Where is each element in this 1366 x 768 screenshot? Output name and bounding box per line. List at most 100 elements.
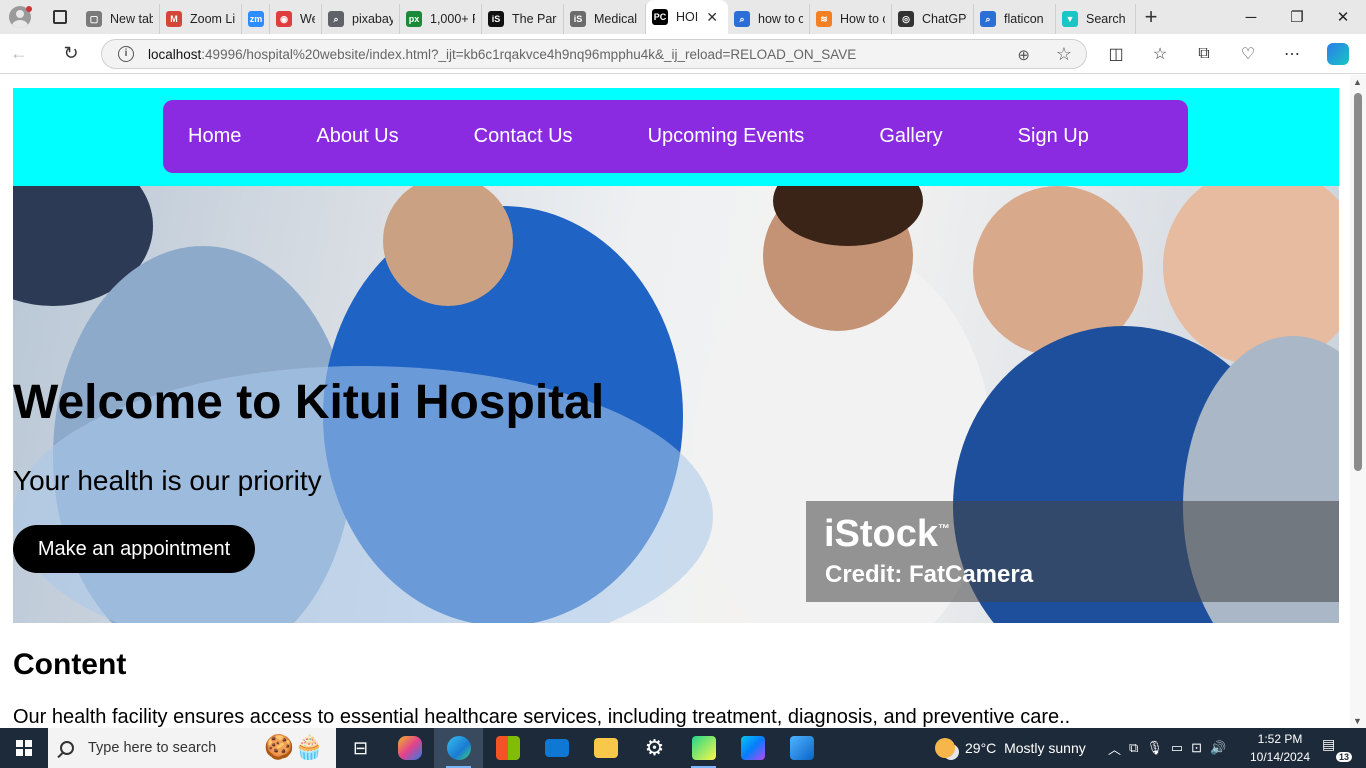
browser-essentials-icon[interactable]: ♡ [1228, 34, 1268, 74]
tab-favicon-icon: ⌕ [980, 11, 996, 27]
site-info-icon[interactable]: i [118, 46, 134, 62]
browser-tab[interactable]: zm [242, 4, 270, 34]
microphone-icon[interactable]: 🎙 [1146, 740, 1163, 756]
new-tab-plus-icon[interactable]: + [1136, 4, 1166, 30]
weather-description: Mostly sunny [1004, 740, 1086, 756]
tab-favicon-icon: PC [652, 9, 668, 25]
content-paragraph: Our health facility ensures access to es… [13, 706, 1071, 728]
profile-avatar-icon[interactable] [0, 0, 40, 34]
tab-title: The Para [512, 12, 557, 26]
favorites-icon[interactable]: ☆ [1140, 34, 1180, 74]
browser-tab[interactable]: ≋ How to c [810, 4, 892, 34]
microsoft-store-icon[interactable] [483, 728, 532, 768]
browser-tab[interactable]: ◉ Wel [270, 4, 322, 34]
watermark-logo: iStock™ [824, 513, 951, 555]
tab-title: Wel [300, 12, 315, 26]
browser-tab[interactable]: ◎ ChatGPT [892, 4, 974, 34]
nav-gallery[interactable]: Gallery [879, 125, 942, 148]
pycharm-icon[interactable] [679, 728, 728, 768]
tab-favicon-icon: ⌕ [328, 11, 344, 27]
tab-title: New tab [110, 12, 153, 26]
volume-icon[interactable]: 🔊 [1210, 740, 1226, 756]
tab-favicon-icon: iS [488, 11, 504, 27]
zoom-icon[interactable]: ⊕ [1017, 46, 1030, 64]
search-icon [60, 741, 74, 755]
browser-tab[interactable]: ▢ New tab [80, 4, 160, 34]
browser-tab[interactable]: iS Medical [564, 4, 646, 34]
tab-title: Zoom Li [190, 12, 235, 26]
browser-tab[interactable]: M Zoom Li [160, 4, 242, 34]
battery-icon[interactable]: ▭ [1171, 740, 1183, 756]
browser-tab[interactable]: PC HOI ✕ [646, 0, 728, 34]
file-explorer-icon[interactable] [581, 728, 630, 768]
hero-banner: iStock™ Credit: FatCamera Welcome to Kit… [13, 186, 1339, 623]
webstorm-icon[interactable] [728, 728, 777, 768]
scroll-down-arrow-icon[interactable]: ▼ [1353, 716, 1362, 726]
edge-taskbar-icon[interactable] [434, 728, 483, 768]
tab-title: HOI [676, 10, 699, 24]
start-button[interactable] [0, 728, 48, 768]
clock-date: 10/14/2024 [1249, 750, 1311, 764]
tab-favicon-icon: ⌕ [734, 11, 750, 27]
url-field[interactable]: i localhost:49996/hospital%20website/ind… [101, 39, 1087, 69]
page-viewport: Home About Us Contact Us Upcoming Events… [0, 75, 1350, 728]
browser-tab[interactable]: ▼ Search r [1056, 4, 1136, 34]
tab-title: 1,000+ F [430, 12, 475, 26]
tab-favicon-icon: M [166, 11, 182, 27]
taskbar-search-box[interactable]: Type here to search 🍪🧁 [48, 728, 336, 768]
tab-favicon-icon: ≋ [816, 11, 832, 27]
scrollbar-thumb[interactable] [1354, 93, 1362, 471]
meet-now-icon[interactable]: ⧉ [1129, 740, 1138, 756]
close-window-icon[interactable]: ✕ [1320, 0, 1366, 34]
favorite-star-icon[interactable]: ☆ [1056, 44, 1072, 65]
settings-gear-icon[interactable]: ⚙ [630, 728, 679, 768]
notifications-icon[interactable]: ▤ 13 [1322, 736, 1352, 762]
photos-icon[interactable] [777, 728, 826, 768]
browser-tab[interactable]: iS The Para [482, 4, 564, 34]
split-screen-icon[interactable]: ◫ [1096, 34, 1136, 74]
nav-sign-up[interactable]: Sign Up [1018, 125, 1089, 148]
tab-favicon-icon: iS [570, 11, 586, 27]
tab-title: ChatGPT [922, 12, 967, 26]
mail-icon[interactable] [532, 728, 581, 768]
site-header: Home About Us Contact Us Upcoming Events… [13, 88, 1339, 186]
istock-watermark: iStock™ Credit: FatCamera [806, 501, 1339, 602]
browser-tab[interactable]: ⌕ pixabay [322, 4, 400, 34]
copilot-icon[interactable] [1318, 34, 1358, 74]
tab-actions-icon[interactable] [40, 0, 80, 34]
tab-title: how to c [758, 12, 803, 26]
tab-favicon-icon: ▢ [86, 11, 102, 27]
tab-title: flaticon [1004, 12, 1044, 26]
page-scrollbar[interactable]: ▲ ▼ [1350, 75, 1366, 728]
taskbar-clock[interactable]: 1:52 PM 10/14/2024 [1248, 730, 1312, 766]
watermark-credit: Credit: FatCamera [825, 561, 1034, 588]
search-highlight-cookies-icon: 🍪🧁 [264, 734, 324, 761]
more-menu-icon[interactable]: ⋯ [1272, 34, 1312, 74]
windows-logo-icon [16, 740, 32, 756]
tab-title: Search r [1086, 12, 1129, 26]
nav-upcoming-events[interactable]: Upcoming Events [648, 125, 805, 148]
weather-temperature: 29°C [965, 740, 997, 756]
network-icon[interactable]: ⊡ [1191, 740, 1202, 756]
make-appointment-button[interactable]: Make an appointment [13, 525, 255, 573]
task-view-icon[interactable]: ⊟ [336, 728, 385, 768]
restore-icon[interactable]: ❐ [1274, 0, 1320, 34]
browser-tab[interactable]: ⌕ how to c [728, 4, 810, 34]
minimize-icon[interactable]: ─ [1228, 0, 1274, 34]
tab-favicon-icon: ▼ [1062, 11, 1078, 27]
url-path: :49996/hospital%20website/index.html?_ij… [201, 46, 857, 62]
close-tab-icon[interactable]: ✕ [706, 9, 718, 26]
browser-tab[interactable]: ⌕ flaticon [974, 4, 1056, 34]
back-arrow-icon[interactable]: ← [0, 35, 38, 73]
weather-widget[interactable]: 29°C Mostly sunny [935, 728, 1086, 768]
copilot-taskbar-icon[interactable] [385, 728, 434, 768]
nav-home[interactable]: Home [188, 125, 241, 148]
nav-about-us[interactable]: About Us [316, 125, 398, 148]
reload-icon[interactable]: ↻ [52, 35, 90, 73]
search-placeholder: Type here to search [88, 740, 217, 756]
show-hidden-icons-chevron-icon[interactable]: ︿ [1108, 739, 1121, 758]
browser-tab[interactable]: px 1,000+ F [400, 4, 482, 34]
collections-icon[interactable]: ⧉ [1184, 34, 1224, 74]
nav-contact-us[interactable]: Contact Us [474, 125, 573, 148]
scroll-up-arrow-icon[interactable]: ▲ [1353, 77, 1362, 87]
